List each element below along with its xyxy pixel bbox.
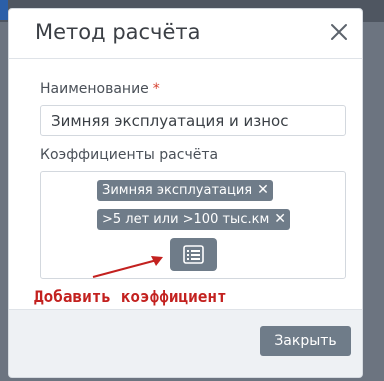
name-input[interactable] <box>40 105 346 136</box>
coef-tag: >5 лет или >100 тыс.км ✕ <box>97 209 290 230</box>
modal-footer: Закрыть <box>9 309 362 377</box>
modal-header: Метод расчёта <box>9 9 362 59</box>
tag-remove-icon[interactable]: ✕ <box>257 182 269 198</box>
tag-remove-icon[interactable]: ✕ <box>274 211 286 227</box>
name-label: Наименование * <box>40 81 160 97</box>
modal-title: Метод расчёта <box>35 20 201 44</box>
coef-label: Коэффициенты расчёта <box>40 147 219 163</box>
tag-label: >5 лет или >100 тыс.км <box>102 212 270 227</box>
list-icon <box>183 245 204 264</box>
background-edge <box>0 0 8 20</box>
required-mark: * <box>152 81 160 97</box>
close-icon[interactable] <box>328 21 350 43</box>
annotation-arrow <box>92 256 163 278</box>
close-button[interactable]: Закрыть <box>260 326 351 356</box>
annotation-text: Добавить коэффициент <box>34 287 227 306</box>
coef-tag: Зимняя эксплуатация ✕ <box>97 180 273 201</box>
tag-label: Зимняя эксплуатация <box>102 183 253 198</box>
add-coefficient-button[interactable] <box>170 238 217 271</box>
coefficients-box: Зимняя эксплуатация ✕ >5 лет или >100 тыс… <box>40 171 346 279</box>
modal-dialog: Метод расчёта Наименование* Коэффициенты… <box>8 8 363 378</box>
